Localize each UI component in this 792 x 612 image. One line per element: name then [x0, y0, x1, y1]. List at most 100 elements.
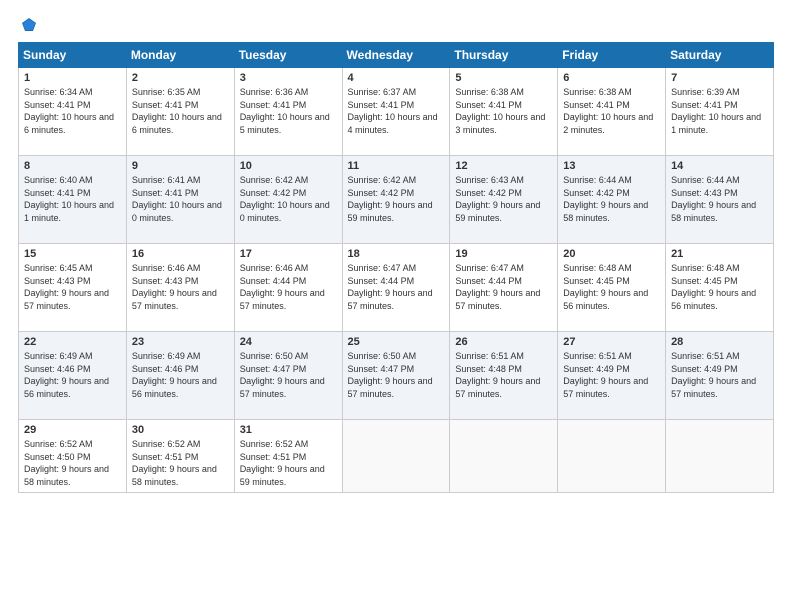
calendar-cell: 17 Sunrise: 6:46 AM Sunset: 4:44 PM Dayl…	[234, 244, 342, 332]
day-number: 10	[240, 160, 337, 172]
day-number: 27	[563, 336, 660, 348]
day-number: 1	[24, 72, 121, 84]
day-detail: Sunrise: 6:44 AM Sunset: 4:43 PM Dayligh…	[671, 174, 768, 224]
day-detail: Sunrise: 6:37 AM Sunset: 4:41 PM Dayligh…	[348, 86, 445, 136]
day-number: 3	[240, 72, 337, 84]
day-detail: Sunrise: 6:52 AM Sunset: 4:51 PM Dayligh…	[240, 438, 337, 488]
day-detail: Sunrise: 6:38 AM Sunset: 4:41 PM Dayligh…	[455, 86, 552, 136]
day-detail: Sunrise: 6:50 AM Sunset: 4:47 PM Dayligh…	[348, 350, 445, 400]
day-detail: Sunrise: 6:49 AM Sunset: 4:46 PM Dayligh…	[24, 350, 121, 400]
day-number: 24	[240, 336, 337, 348]
day-detail: Sunrise: 6:39 AM Sunset: 4:41 PM Dayligh…	[671, 86, 768, 136]
calendar-week-row: 1 Sunrise: 6:34 AM Sunset: 4:41 PM Dayli…	[19, 68, 774, 156]
day-detail: Sunrise: 6:42 AM Sunset: 4:42 PM Dayligh…	[348, 174, 445, 224]
calendar-cell: 20 Sunrise: 6:48 AM Sunset: 4:45 PM Dayl…	[558, 244, 666, 332]
day-detail: Sunrise: 6:52 AM Sunset: 4:50 PM Dayligh…	[24, 438, 121, 488]
header	[18, 16, 774, 32]
calendar-cell: 5 Sunrise: 6:38 AM Sunset: 4:41 PM Dayli…	[450, 68, 558, 156]
day-detail: Sunrise: 6:45 AM Sunset: 4:43 PM Dayligh…	[24, 262, 121, 312]
day-detail: Sunrise: 6:46 AM Sunset: 4:44 PM Dayligh…	[240, 262, 337, 312]
day-detail: Sunrise: 6:34 AM Sunset: 4:41 PM Dayligh…	[24, 86, 121, 136]
weekday-header-wednesday: Wednesday	[342, 43, 450, 68]
calendar-cell: 25 Sunrise: 6:50 AM Sunset: 4:47 PM Dayl…	[342, 332, 450, 420]
calendar-week-row: 15 Sunrise: 6:45 AM Sunset: 4:43 PM Dayl…	[19, 244, 774, 332]
day-number: 17	[240, 248, 337, 260]
day-number: 9	[132, 160, 229, 172]
logo-flag-icon	[20, 16, 38, 34]
day-detail: Sunrise: 6:48 AM Sunset: 4:45 PM Dayligh…	[671, 262, 768, 312]
day-detail: Sunrise: 6:48 AM Sunset: 4:45 PM Dayligh…	[563, 262, 660, 312]
day-detail: Sunrise: 6:49 AM Sunset: 4:46 PM Dayligh…	[132, 350, 229, 400]
day-number: 26	[455, 336, 552, 348]
calendar-cell: 24 Sunrise: 6:50 AM Sunset: 4:47 PM Dayl…	[234, 332, 342, 420]
day-detail: Sunrise: 6:40 AM Sunset: 4:41 PM Dayligh…	[24, 174, 121, 224]
day-number: 18	[348, 248, 445, 260]
calendar-cell	[666, 420, 774, 493]
weekday-header-row: SundayMondayTuesdayWednesdayThursdayFrid…	[19, 43, 774, 68]
day-number: 25	[348, 336, 445, 348]
day-number: 14	[671, 160, 768, 172]
day-detail: Sunrise: 6:51 AM Sunset: 4:49 PM Dayligh…	[671, 350, 768, 400]
calendar-cell: 1 Sunrise: 6:34 AM Sunset: 4:41 PM Dayli…	[19, 68, 127, 156]
calendar-cell: 11 Sunrise: 6:42 AM Sunset: 4:42 PM Dayl…	[342, 156, 450, 244]
day-number: 15	[24, 248, 121, 260]
day-number: 11	[348, 160, 445, 172]
day-number: 20	[563, 248, 660, 260]
day-number: 2	[132, 72, 229, 84]
calendar-cell: 14 Sunrise: 6:44 AM Sunset: 4:43 PM Dayl…	[666, 156, 774, 244]
calendar-cell: 2 Sunrise: 6:35 AM Sunset: 4:41 PM Dayli…	[126, 68, 234, 156]
day-detail: Sunrise: 6:38 AM Sunset: 4:41 PM Dayligh…	[563, 86, 660, 136]
day-number: 5	[455, 72, 552, 84]
calendar-cell: 28 Sunrise: 6:51 AM Sunset: 4:49 PM Dayl…	[666, 332, 774, 420]
day-detail: Sunrise: 6:47 AM Sunset: 4:44 PM Dayligh…	[348, 262, 445, 312]
weekday-header-monday: Monday	[126, 43, 234, 68]
day-detail: Sunrise: 6:50 AM Sunset: 4:47 PM Dayligh…	[240, 350, 337, 400]
day-number: 6	[563, 72, 660, 84]
calendar-cell: 18 Sunrise: 6:47 AM Sunset: 4:44 PM Dayl…	[342, 244, 450, 332]
day-number: 16	[132, 248, 229, 260]
calendar-cell: 16 Sunrise: 6:46 AM Sunset: 4:43 PM Dayl…	[126, 244, 234, 332]
day-detail: Sunrise: 6:44 AM Sunset: 4:42 PM Dayligh…	[563, 174, 660, 224]
day-number: 28	[671, 336, 768, 348]
day-detail: Sunrise: 6:36 AM Sunset: 4:41 PM Dayligh…	[240, 86, 337, 136]
calendar-cell: 23 Sunrise: 6:49 AM Sunset: 4:46 PM Dayl…	[126, 332, 234, 420]
calendar-week-row: 8 Sunrise: 6:40 AM Sunset: 4:41 PM Dayli…	[19, 156, 774, 244]
day-detail: Sunrise: 6:47 AM Sunset: 4:44 PM Dayligh…	[455, 262, 552, 312]
calendar-page: SundayMondayTuesdayWednesdayThursdayFrid…	[0, 0, 792, 612]
calendar-cell: 27 Sunrise: 6:51 AM Sunset: 4:49 PM Dayl…	[558, 332, 666, 420]
calendar-cell: 4 Sunrise: 6:37 AM Sunset: 4:41 PM Dayli…	[342, 68, 450, 156]
weekday-header-thursday: Thursday	[450, 43, 558, 68]
day-number: 8	[24, 160, 121, 172]
calendar-cell	[342, 420, 450, 493]
calendar-week-row: 29 Sunrise: 6:52 AM Sunset: 4:50 PM Dayl…	[19, 420, 774, 493]
day-number: 23	[132, 336, 229, 348]
day-detail: Sunrise: 6:35 AM Sunset: 4:41 PM Dayligh…	[132, 86, 229, 136]
calendar-cell: 7 Sunrise: 6:39 AM Sunset: 4:41 PM Dayli…	[666, 68, 774, 156]
calendar-cell: 13 Sunrise: 6:44 AM Sunset: 4:42 PM Dayl…	[558, 156, 666, 244]
day-number: 19	[455, 248, 552, 260]
weekday-header-friday: Friday	[558, 43, 666, 68]
day-number: 4	[348, 72, 445, 84]
calendar-cell: 9 Sunrise: 6:41 AM Sunset: 4:41 PM Dayli…	[126, 156, 234, 244]
day-detail: Sunrise: 6:43 AM Sunset: 4:42 PM Dayligh…	[455, 174, 552, 224]
calendar-cell: 3 Sunrise: 6:36 AM Sunset: 4:41 PM Dayli…	[234, 68, 342, 156]
weekday-header-sunday: Sunday	[19, 43, 127, 68]
calendar-cell: 31 Sunrise: 6:52 AM Sunset: 4:51 PM Dayl…	[234, 420, 342, 493]
day-number: 21	[671, 248, 768, 260]
calendar-cell: 8 Sunrise: 6:40 AM Sunset: 4:41 PM Dayli…	[19, 156, 127, 244]
day-number: 29	[24, 424, 121, 436]
day-number: 30	[132, 424, 229, 436]
calendar-cell: 19 Sunrise: 6:47 AM Sunset: 4:44 PM Dayl…	[450, 244, 558, 332]
calendar-cell	[558, 420, 666, 493]
day-number: 7	[671, 72, 768, 84]
calendar-cell: 12 Sunrise: 6:43 AM Sunset: 4:42 PM Dayl…	[450, 156, 558, 244]
calendar-cell: 29 Sunrise: 6:52 AM Sunset: 4:50 PM Dayl…	[19, 420, 127, 493]
day-detail: Sunrise: 6:51 AM Sunset: 4:49 PM Dayligh…	[563, 350, 660, 400]
calendar-cell: 26 Sunrise: 6:51 AM Sunset: 4:48 PM Dayl…	[450, 332, 558, 420]
calendar-cell: 15 Sunrise: 6:45 AM Sunset: 4:43 PM Dayl…	[19, 244, 127, 332]
day-number: 12	[455, 160, 552, 172]
day-number: 13	[563, 160, 660, 172]
day-detail: Sunrise: 6:42 AM Sunset: 4:42 PM Dayligh…	[240, 174, 337, 224]
calendar-cell: 10 Sunrise: 6:42 AM Sunset: 4:42 PM Dayl…	[234, 156, 342, 244]
day-detail: Sunrise: 6:51 AM Sunset: 4:48 PM Dayligh…	[455, 350, 552, 400]
